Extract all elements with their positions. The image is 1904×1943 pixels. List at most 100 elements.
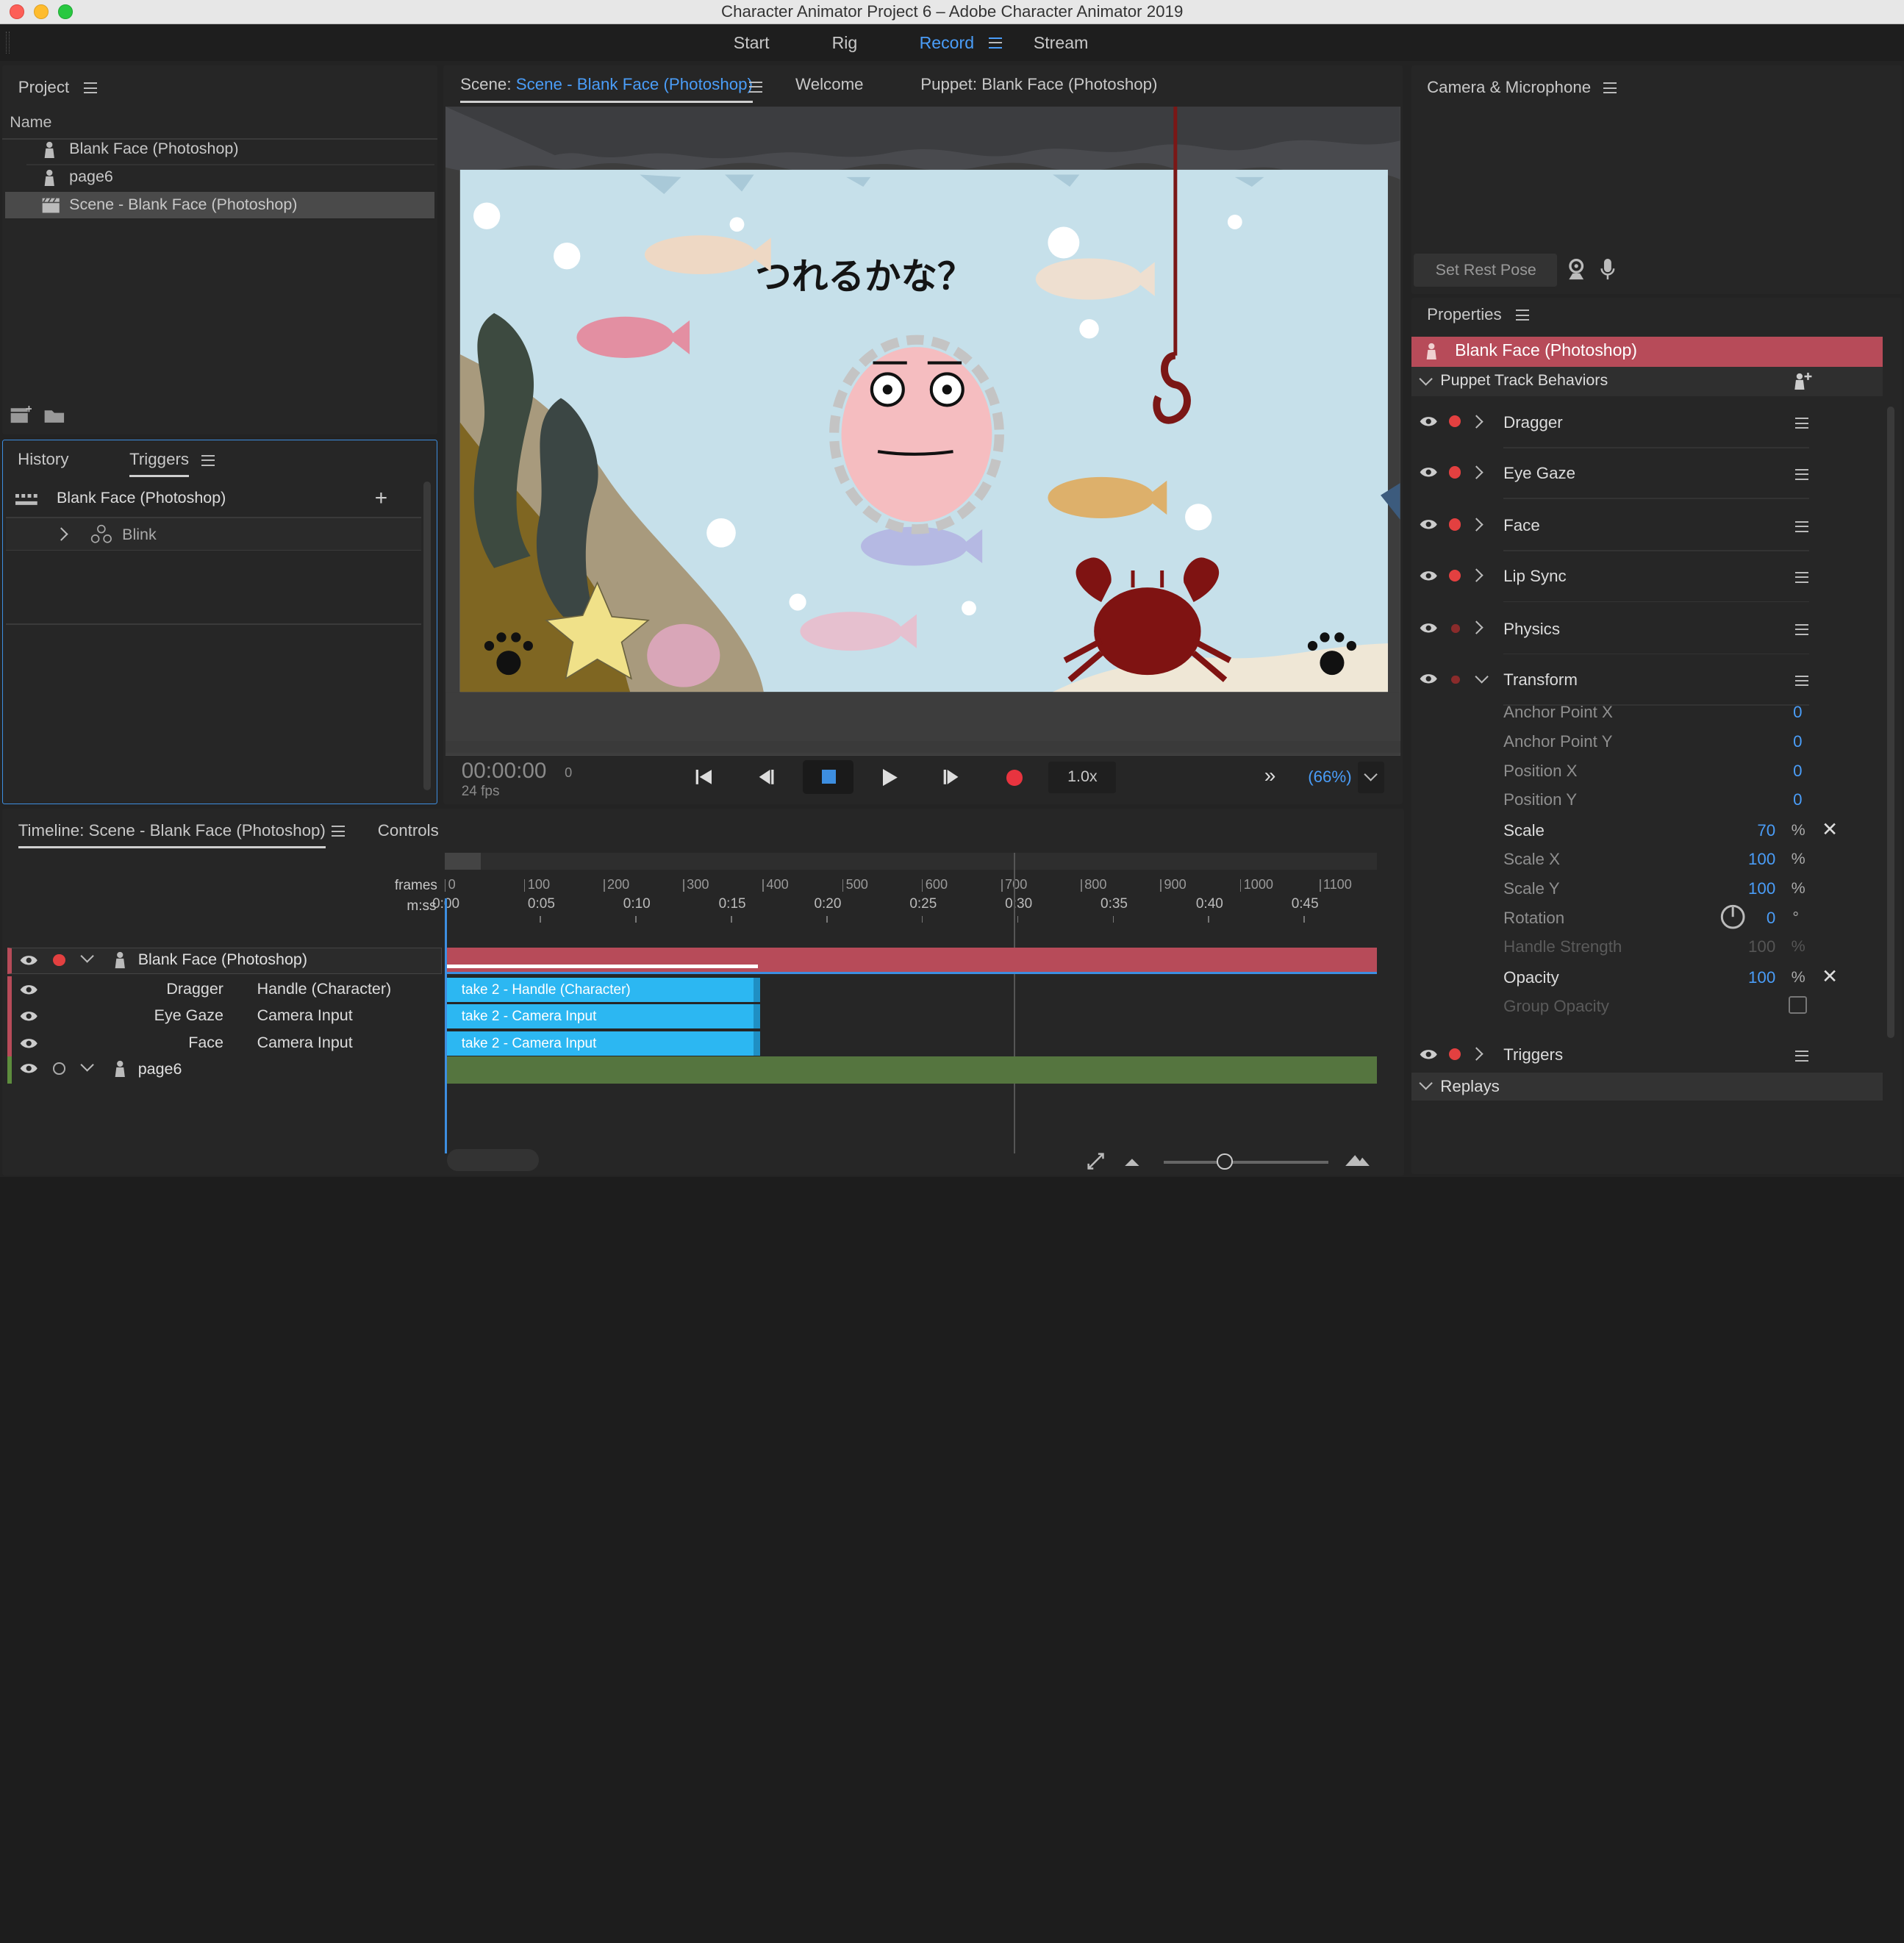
timeline-tab[interactable]: Timeline: Scene - Blank Face (Photoshop) <box>18 821 326 848</box>
record-arm-icon[interactable] <box>53 953 65 967</box>
record-arm-icon[interactable] <box>1448 1048 1461 1061</box>
project-tab[interactable]: Project <box>18 78 69 97</box>
add-trigger-icon[interactable]: + <box>375 487 387 509</box>
workspace-menu-icon[interactable] <box>988 37 1002 49</box>
play-icon[interactable] <box>882 768 898 786</box>
workspace-tab-start[interactable]: Start <box>734 33 770 53</box>
reset-icon[interactable]: ✕ <box>1822 965 1838 988</box>
eye-icon[interactable] <box>19 1037 38 1050</box>
trigger-row[interactable]: Blink <box>5 518 421 550</box>
puppet-track-behaviors-header[interactable]: Puppet Track Behaviors <box>1411 366 1883 396</box>
stage-scrollbar[interactable] <box>445 740 1400 754</box>
new-folder-icon[interactable] <box>43 408 65 423</box>
eye-icon[interactable] <box>19 984 38 996</box>
param-value[interactable]: 0 <box>1793 732 1802 751</box>
scene-menu-icon[interactable] <box>749 81 763 93</box>
param-value[interactable]: 70 <box>1757 821 1775 840</box>
behavior-row[interactable]: Eye Gaze <box>1411 460 1812 487</box>
param-value[interactable]: 0 <box>1767 909 1775 928</box>
page-track-bar[interactable] <box>446 1056 1378 1084</box>
fit-icon[interactable] <box>1087 1153 1104 1170</box>
puppet-track-bar[interactable] <box>446 947 1378 974</box>
page-track-header[interactable]: page6 <box>7 1056 443 1084</box>
take-clip[interactable]: take 2 - Camera Input <box>446 1004 761 1029</box>
collapse-chevron-icon[interactable] <box>79 949 94 964</box>
name-column-header[interactable]: Name <box>10 113 51 132</box>
take-clip[interactable]: take 2 - Camera Input <box>446 1031 761 1056</box>
expand-chevron-icon[interactable] <box>1470 414 1484 429</box>
collapse-chevron-icon[interactable] <box>1475 669 1489 684</box>
zoom-out-icon[interactable] <box>1124 1156 1139 1166</box>
behavior-row[interactable]: Face <box>1411 512 1812 539</box>
project-menu-icon[interactable] <box>83 82 98 94</box>
scene-stage[interactable]: つれるかな？ <box>445 107 1400 756</box>
behavior-row-triggers[interactable]: Triggers <box>1411 1042 1812 1068</box>
new-scene-icon[interactable] <box>10 405 32 424</box>
expand-chevron-icon[interactable] <box>54 526 68 541</box>
behavior-menu-icon[interactable] <box>1794 520 1808 532</box>
group-opacity-checkbox[interactable] <box>1789 995 1808 1015</box>
project-item-selected[interactable]: Scene - Blank Face (Photoshop) <box>4 192 435 219</box>
zoom-dropdown[interactable] <box>1357 761 1385 793</box>
timeline-menu-icon[interactable] <box>331 826 346 837</box>
param-value[interactable]: 0 <box>1793 762 1802 781</box>
triggers-scrollbar[interactable] <box>423 482 431 790</box>
behavior-track-header[interactable]: Face Camera Input <box>7 1029 443 1057</box>
workspace-tab-record[interactable]: Record <box>920 33 975 53</box>
project-item[interactable]: page6 <box>2 164 434 190</box>
replays-header[interactable]: Replays <box>1411 1072 1883 1101</box>
slider-knob[interactable] <box>1217 1153 1233 1170</box>
tab-scene[interactable]: Scene: Scene - Blank Face (Photoshop) <box>460 75 753 103</box>
workspace-tab-stream[interactable]: Stream <box>1034 33 1089 53</box>
behavior-menu-icon[interactable] <box>1794 468 1808 480</box>
timecode[interactable]: 00:00:00 <box>462 759 547 784</box>
workspace-tab-rig[interactable]: Rig <box>832 33 858 53</box>
project-item[interactable]: Blank Face (Photoshop) <box>2 136 434 162</box>
record-arm-off-icon[interactable] <box>53 1062 65 1075</box>
eye-icon[interactable] <box>1419 1048 1438 1061</box>
behavior-menu-icon[interactable] <box>1794 1050 1808 1062</box>
fast-forward-icon[interactable]: » <box>1264 764 1276 787</box>
stop-button[interactable] <box>802 760 854 795</box>
time-ruler[interactable]: 0100200300400500600700800900100011000:00… <box>432 872 1380 923</box>
work-area-bar[interactable] <box>444 852 1378 870</box>
reset-icon[interactable]: ✕ <box>1822 818 1838 841</box>
param-value[interactable]: 100 <box>1748 850 1775 869</box>
eye-icon[interactable] <box>1419 518 1438 531</box>
record-arm-icon[interactable] <box>1448 518 1461 531</box>
behavior-row[interactable]: Lip Sync <box>1411 564 1812 590</box>
camera-icon[interactable] <box>1567 258 1586 281</box>
behavior-row[interactable]: Physics <box>1411 616 1812 643</box>
eye-icon[interactable] <box>1419 673 1438 685</box>
collapse-chevron-icon[interactable] <box>79 1058 94 1073</box>
eye-icon[interactable] <box>19 954 38 967</box>
properties-scrollbar[interactable] <box>1887 407 1895 1039</box>
param-value[interactable]: 0 <box>1793 790 1802 809</box>
record-arm-icon[interactable] <box>1448 569 1461 582</box>
record-arm-icon[interactable] <box>1451 624 1460 633</box>
history-tab[interactable]: History <box>18 450 68 469</box>
param-value[interactable]: 100 <box>1748 879 1775 898</box>
puppet-track-header[interactable]: Blank Face (Photoshop) <box>7 947 443 974</box>
param-value[interactable]: 100 <box>1748 968 1775 987</box>
eye-icon[interactable] <box>19 1062 38 1075</box>
camera-menu-icon[interactable] <box>1603 82 1617 94</box>
expand-chevron-icon[interactable] <box>1470 568 1484 583</box>
eye-icon[interactable] <box>1419 622 1438 634</box>
eye-icon[interactable] <box>19 1010 38 1023</box>
behavior-menu-icon[interactable] <box>1794 572 1808 583</box>
expand-chevron-icon[interactable] <box>1470 620 1484 635</box>
param-value[interactable]: 0 <box>1793 703 1802 722</box>
behavior-menu-icon[interactable] <box>1794 675 1808 687</box>
eye-icon[interactable] <box>1419 466 1438 479</box>
triggers-tab[interactable]: Triggers <box>129 450 190 478</box>
controls-tab[interactable]: Controls <box>378 821 439 840</box>
record-arm-icon[interactable] <box>1451 675 1460 684</box>
expand-chevron-icon[interactable] <box>1470 465 1484 479</box>
camera-tab[interactable]: Camera & Microphone <box>1427 78 1591 97</box>
behavior-menu-icon[interactable] <box>1794 418 1808 429</box>
record-arm-icon[interactable] <box>1448 415 1461 428</box>
expand-chevron-icon[interactable] <box>1470 518 1484 532</box>
previous-frame-icon[interactable] <box>758 770 775 785</box>
eye-icon[interactable] <box>1419 570 1438 582</box>
